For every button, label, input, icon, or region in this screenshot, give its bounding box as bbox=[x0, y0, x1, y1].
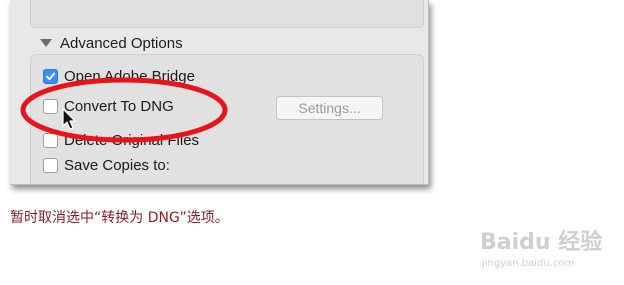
option-delete-original-files[interactable]: Delete Original Files bbox=[43, 130, 199, 150]
checkbox-unchecked[interactable] bbox=[43, 157, 58, 173]
checkbox-checked[interactable] bbox=[43, 68, 58, 84]
checkbox-unchecked[interactable] bbox=[43, 98, 58, 114]
checkmark-icon bbox=[46, 72, 56, 80]
mouse-cursor-icon bbox=[62, 108, 76, 130]
caption-text: 暂时取消选中“转换为 DNG”选项。 bbox=[10, 210, 229, 226]
watermark-brand-text: Baidu 经验 bbox=[480, 230, 603, 255]
disclosure-triangle-icon[interactable] bbox=[40, 39, 52, 47]
section-title: Advanced Options bbox=[60, 34, 183, 52]
advanced-options-header[interactable]: Advanced Options bbox=[40, 32, 183, 54]
option-label: Save Copies to: bbox=[64, 156, 170, 174]
settings-button[interactable]: Settings... bbox=[276, 96, 383, 120]
watermark: Baidu 经验 jingyan.baidu.com bbox=[480, 224, 602, 269]
dialog-screenshot: Advanced Options Open Adobe Bridge Conve… bbox=[10, 0, 429, 185]
option-label: Delete Original Files bbox=[64, 131, 200, 149]
option-open-adobe-bridge[interactable]: Open Adobe Bridge bbox=[43, 66, 195, 86]
option-label: Convert To DNG bbox=[64, 97, 174, 115]
watermark-brand: Baidu 经验 bbox=[480, 224, 602, 256]
watermark-url: jingyan.baidu.com bbox=[482, 258, 575, 269]
previous-panel bbox=[30, 0, 424, 28]
option-save-copies-to[interactable]: Save Copies to: bbox=[43, 155, 170, 175]
checkbox-unchecked[interactable] bbox=[43, 132, 58, 148]
option-label: Open Adobe Bridge bbox=[64, 67, 195, 85]
